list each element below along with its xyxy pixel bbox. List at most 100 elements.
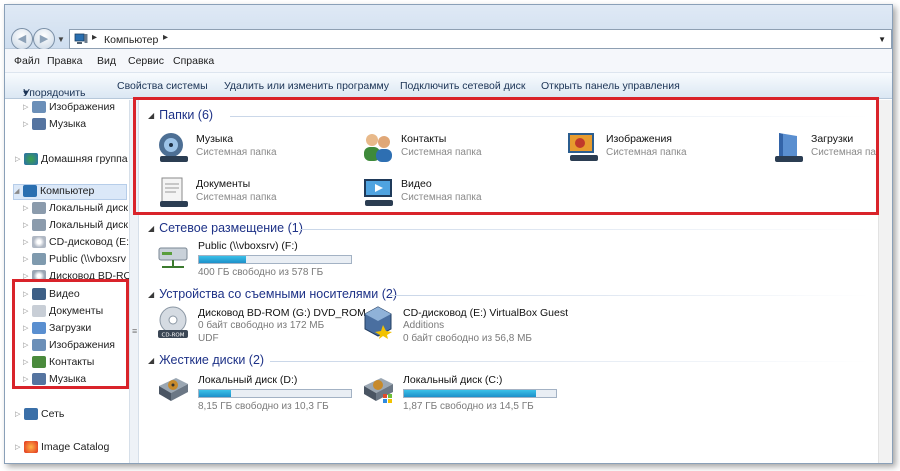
command-bar: Упорядочить ▾ Свойства системы Удалить и… (5, 73, 892, 99)
hard-drive-icon (32, 219, 46, 232)
hard-drive-icon (32, 202, 46, 215)
map-network-drive-button[interactable]: Подключить сетевой диск (400, 80, 526, 92)
nav-item-pictures[interactable]: ▷ Изображения (23, 101, 115, 117)
nav-item-video[interactable]: ▷ Видео (23, 288, 80, 304)
collapse-arrow-icon[interactable]: ◢ (14, 187, 23, 195)
network-drive-icon (32, 253, 46, 266)
group-header-folders[interactable]: ◢ Папки (6) (148, 108, 213, 122)
collapse-arrow-icon[interactable]: ◢ (148, 356, 154, 365)
windows-drive-icon (364, 378, 393, 403)
video-folder-icon (364, 179, 393, 206)
disk-usage-bar (403, 389, 557, 398)
expand-arrow-icon[interactable]: ▷ (23, 375, 32, 383)
uninstall-program-button[interactable]: Удалить или изменить программу (224, 80, 389, 92)
contacts-icon (32, 356, 46, 369)
nav-item-downloads[interactable]: ▷ Загрузки (23, 322, 91, 338)
network-icon (24, 408, 38, 421)
group-header-network[interactable]: ◢ Сетевое размещение (1) (148, 221, 303, 235)
expand-arrow-icon[interactable]: ▷ (23, 221, 32, 229)
menu-view[interactable]: Вид (97, 55, 116, 67)
collapse-arrow-icon[interactable]: ◢ (148, 290, 154, 299)
downloads-folder-icon (775, 133, 803, 162)
address-toolbar: ◀ ▶ ▼ ▸ Компьютер ▸ ▼ (5, 5, 892, 50)
breadcrumb-computer[interactable]: Компьютер (104, 34, 158, 46)
recent-pages-dropdown[interactable]: ▼ (57, 35, 65, 44)
expand-arrow-icon[interactable]: ▷ (15, 410, 24, 418)
cd-drive-icon (32, 236, 46, 249)
content-pane: ◢ Папки (6) Музыка Системная папка Контак… (140, 100, 892, 463)
disk-usage-bar (198, 389, 352, 398)
network-drive-icon (158, 247, 188, 268)
expand-arrow-icon[interactable]: ▷ (23, 324, 32, 332)
expand-arrow-icon[interactable]: ▷ (23, 103, 32, 111)
menu-edit[interactable]: Правка (47, 55, 82, 67)
pictures-icon (32, 101, 46, 114)
nav-item-pictures-2[interactable]: ▷ Изображения (23, 339, 115, 355)
group-divider (230, 116, 870, 117)
address-bar[interactable]: ▸ Компьютер ▸ ▼ (69, 29, 892, 49)
expand-arrow-icon[interactable]: ▷ (23, 341, 32, 349)
expand-arrow-icon[interactable]: ▷ (15, 155, 24, 163)
expand-arrow-icon[interactable]: ▷ (23, 307, 32, 315)
nav-item-network[interactable]: ▷ Сеть (15, 408, 64, 424)
breadcrumb-separator-icon[interactable]: ▸ (163, 32, 168, 43)
expand-arrow-icon[interactable]: ▷ (23, 272, 32, 280)
expand-arrow-icon[interactable]: ▷ (23, 290, 32, 298)
group-header-hdd[interactable]: ◢ Жесткие диски (2) (148, 353, 264, 367)
disk-usage-fill (199, 256, 247, 263)
music-icon (32, 373, 46, 386)
downloads-icon (32, 322, 46, 335)
nav-item-cd-drive[interactable]: ▷ CD-дисковод (E: (23, 236, 129, 252)
back-button[interactable]: ◀ (11, 28, 33, 50)
nav-item-image-catalog[interactable]: ▷ Image Catalog (15, 441, 109, 457)
open-control-panel-button[interactable]: Открыть панель управления (541, 80, 680, 92)
expand-arrow-icon[interactable]: ▷ (23, 120, 32, 128)
expand-arrow-icon[interactable]: ▷ (23, 255, 32, 263)
nav-item-documents[interactable]: ▷ Документы (23, 305, 103, 321)
system-properties-button[interactable]: Свойства системы (117, 80, 208, 92)
chevron-down-icon: ▾ (23, 87, 29, 99)
group-divider (390, 295, 870, 296)
menu-tools[interactable]: Сервис (128, 55, 164, 67)
breadcrumb-separator-icon[interactable]: ▸ (92, 32, 97, 43)
video-icon (32, 288, 46, 301)
menu-help[interactable]: Справка (173, 55, 214, 67)
expand-arrow-icon[interactable]: ▷ (23, 238, 32, 246)
computer-icon (74, 33, 88, 44)
pictures-folder-icon (568, 133, 598, 161)
disk-usage-bar (198, 255, 352, 264)
navigation-pane: ▷ Изображения ▷ Музыка ▷ Домашняя группа ◢ К… (5, 100, 132, 463)
address-dropdown-icon[interactable]: ▼ (878, 35, 886, 44)
collapse-arrow-icon[interactable]: ◢ (148, 224, 154, 233)
vertical-scrollbar[interactable] (878, 100, 892, 463)
forward-button[interactable]: ▶ (33, 28, 55, 50)
expand-arrow-icon[interactable]: ▷ (23, 204, 32, 212)
bd-drive-icon (32, 270, 46, 283)
collapse-arrow-icon[interactable]: ◢ (148, 111, 154, 120)
contacts-folder-icon (364, 134, 392, 162)
explorer-window: ◀ ▶ ▼ ▸ Компьютер ▸ ▼ Файл Правка Вид Се… (4, 4, 893, 464)
nav-item-computer[interactable]: ◢ Компьютер (13, 184, 127, 200)
pane-splitter[interactable]: ≡ (129, 100, 139, 463)
music-icon (32, 118, 46, 131)
nav-item-music[interactable]: ▷ Музыка (23, 118, 86, 134)
menu-file[interactable]: Файл (14, 55, 40, 67)
nav-item-contacts[interactable]: ▷ Контакты (23, 356, 94, 372)
pictures-icon (32, 339, 46, 352)
menu-bar: Файл Правка Вид Сервис Справка (5, 49, 892, 73)
nav-item-drive-local-c[interactable]: ▷ Локальный диск (23, 202, 128, 218)
nav-item-public-share[interactable]: ▷ Public (\\vboxsrv (23, 253, 126, 269)
expand-arrow-icon[interactable]: ▷ (15, 443, 24, 451)
music-folder-icon (159, 133, 188, 162)
nav-item-drive-local-d[interactable]: ▷ Локальный диск (23, 219, 128, 235)
svg-text:CD-ROM: CD-ROM (162, 333, 185, 339)
documents-folder-icon (160, 177, 188, 207)
group-divider (270, 361, 870, 362)
nav-item-music-2[interactable]: ▷ Музыка (23, 373, 86, 389)
nav-item-homegroup[interactable]: ▷ Домашняя группа (15, 153, 128, 169)
homegroup-icon (24, 153, 38, 166)
nav-item-bd-drive[interactable]: ▷ Дисковод BD-RO (23, 270, 132, 286)
group-header-removable[interactable]: ◢ Устройства со съемными носителями (2) (148, 287, 397, 301)
bd-rom-drive-icon: CD-ROM (158, 306, 188, 339)
expand-arrow-icon[interactable]: ▷ (23, 358, 32, 366)
